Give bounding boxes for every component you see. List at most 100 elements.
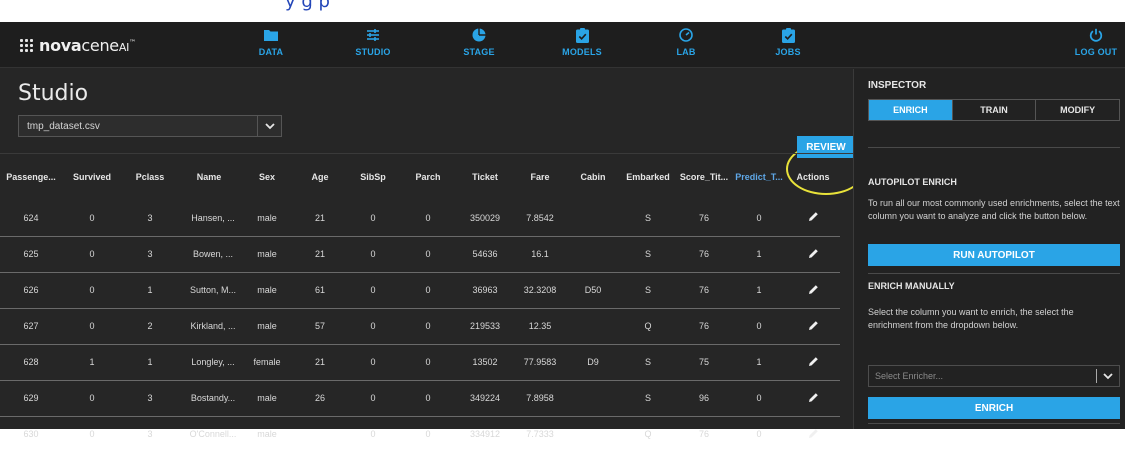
table-row[interactable]: 624 0 3 Hansen, ... male 21 0 0 350029 7.8542 S 76 0 xyxy=(0,200,840,236)
column-header[interactable]: Score_Tit... xyxy=(676,154,732,200)
table-cell: 75 xyxy=(698,357,709,367)
clipboard-check-icon xyxy=(758,26,818,44)
clipboard-check-icon xyxy=(552,26,612,44)
table-cell: 0 xyxy=(370,212,376,223)
edit-pencil-icon[interactable] xyxy=(808,284,819,297)
column-header-selected[interactable]: Predict_T... xyxy=(732,154,786,200)
enrich-button[interactable]: ENRICH xyxy=(868,397,1120,419)
column-header[interactable]: Pclass xyxy=(122,154,178,200)
table-row[interactable]: 625 0 3 Bowen, ... male 21 0 0 54636 16.1 S 76 1 xyxy=(0,236,840,272)
table-cell: 0 xyxy=(89,393,95,403)
column-header[interactable]: Ticket xyxy=(456,154,514,200)
table-row[interactable]: 626 0 1 Sutton, M... male 61 0 0 36963 32.3208 D50… xyxy=(0,272,840,308)
table-cell: 7.8958 xyxy=(526,393,554,403)
table-cell: 0 xyxy=(370,321,376,331)
table-cell: 21 xyxy=(314,212,325,223)
tab-modify[interactable]: MODIFY xyxy=(1036,100,1119,120)
table-row[interactable]: 629 0 3 Bostandy... male 26 0 0 349224 7.8958 S 96 0 xyxy=(0,380,840,416)
brand-logo[interactable]: novaceneAI™ xyxy=(20,36,136,55)
table-cell: 334912 xyxy=(469,429,501,440)
table-cell: 7.8542 xyxy=(526,212,554,223)
table-cell: 7.7333 xyxy=(526,429,554,440)
logo-grid-icon xyxy=(20,39,33,52)
table-cell: 32.3208 xyxy=(523,285,557,295)
tab-train[interactable]: TRAIN xyxy=(953,100,1037,120)
table-row[interactable]: 628 1 1 Longley, ... female 21 0 0 13502 77.9583 D… xyxy=(0,344,840,380)
table-cell: 54636 xyxy=(472,249,498,259)
table-cell: male xyxy=(257,285,277,295)
table-cell: 1 xyxy=(756,357,762,367)
chevron-down-icon[interactable] xyxy=(257,116,281,136)
table-cell: male xyxy=(257,429,277,440)
edit-pencil-icon[interactable] xyxy=(808,320,819,333)
edit-pencil-icon[interactable] xyxy=(808,211,819,224)
table-cell: 625 xyxy=(23,249,39,259)
table-cell: male xyxy=(257,321,277,331)
table-cell: 0 xyxy=(425,249,431,259)
nav-stage[interactable]: STAGE xyxy=(449,26,509,57)
nav-lab[interactable]: LAB xyxy=(656,26,716,57)
table-cell: 1 xyxy=(756,285,762,295)
table-cell: 0 xyxy=(370,357,376,367)
nav-label-lab: LAB xyxy=(676,47,696,57)
edit-pencil-icon[interactable] xyxy=(808,392,819,405)
table-cell: Kirkland, ... xyxy=(190,321,236,331)
table-cell xyxy=(566,200,620,236)
table-row[interactable]: 627 0 2 Kirkland, ... male 57 0 0 219533 12.35 Q 76… xyxy=(0,308,840,344)
nav-models[interactable]: MODELS xyxy=(552,26,612,57)
edit-pencil-icon[interactable] xyxy=(808,356,819,369)
brand-tm: ™ xyxy=(129,38,136,47)
table-cell: 624 xyxy=(23,212,39,223)
table-cell: 0 xyxy=(756,212,762,223)
table-cell: 3 xyxy=(147,212,153,223)
table-cell: male xyxy=(257,212,277,223)
table-cell xyxy=(294,416,346,452)
column-header[interactable]: Name xyxy=(178,154,240,200)
nav-data[interactable]: DATA xyxy=(241,26,301,57)
enrich-manually-title: ENRICH MANUALLY xyxy=(868,281,955,291)
column-header[interactable]: Cabin xyxy=(566,154,620,200)
edit-pencil-icon[interactable] xyxy=(808,428,819,441)
table-cell: 219533 xyxy=(469,321,501,331)
table-cell: 0 xyxy=(425,429,431,440)
nav-jobs[interactable]: JOBS xyxy=(758,26,818,57)
table-cell: female xyxy=(253,357,281,367)
table-cell: 1 xyxy=(756,249,762,259)
power-icon xyxy=(1066,26,1125,44)
table-cell: Hansen, ... xyxy=(191,212,235,223)
table-cell: 0 xyxy=(370,429,376,440)
top-caption-strip: y g p xyxy=(0,0,1125,22)
table-cell: 0 xyxy=(756,321,762,331)
edit-pencil-icon[interactable] xyxy=(808,248,819,261)
table-cell: 76 xyxy=(698,321,709,331)
dataset-select[interactable]: tmp_dataset.csv xyxy=(18,115,282,137)
chevron-down-icon[interactable] xyxy=(1103,372,1113,380)
table-cell: 16.1 xyxy=(531,249,549,259)
table-cell: male xyxy=(257,393,277,403)
column-header[interactable]: Sex xyxy=(240,154,294,200)
table-cell: 0 xyxy=(425,393,431,403)
nav-label-logout: LOG OUT xyxy=(1074,47,1118,57)
inspector-divider xyxy=(868,273,1120,274)
column-header[interactable]: SibSp xyxy=(346,154,400,200)
table-cell: Bowen, ... xyxy=(192,249,234,259)
table-row[interactable]: 630 0 3 O'Connell... male 0 0 334912 7.7333 Q 76 0 xyxy=(0,416,840,452)
table-cell: 349224 xyxy=(469,393,501,403)
tab-enrich[interactable]: ENRICH xyxy=(869,100,953,120)
run-autopilot-button[interactable]: RUN AUTOPILOT xyxy=(868,244,1120,266)
column-header[interactable]: Fare xyxy=(514,154,566,200)
nav-logout[interactable]: LOG OUT xyxy=(1066,26,1125,57)
table-cell: 77.9583 xyxy=(523,357,557,367)
table-cell: S xyxy=(644,212,651,223)
enricher-select[interactable]: Select Enricher... xyxy=(868,365,1120,387)
nav-studio[interactable]: STUDIO xyxy=(343,26,403,57)
column-header[interactable]: Parch xyxy=(400,154,456,200)
enrich-manually-description: Select the column you want to enrich, th… xyxy=(868,307,1074,330)
column-header[interactable]: Survived xyxy=(62,154,122,200)
table-cell: 628 xyxy=(23,357,39,367)
data-table: Passenge... Survived Pclass Name Sex Age… xyxy=(0,154,840,452)
column-header[interactable]: Passenge... xyxy=(0,154,62,200)
actions-cell xyxy=(786,200,840,236)
column-header[interactable]: Age xyxy=(294,154,346,200)
column-header[interactable]: Embarked xyxy=(620,154,676,200)
